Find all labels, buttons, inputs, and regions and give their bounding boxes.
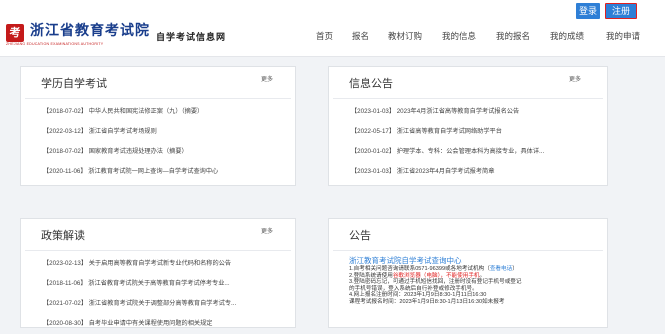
panel-info-notice: 信息公告 更多 【2023-01-03】 2023年4月浙江省高等教育自学考试报…	[328, 66, 608, 186]
panel-title: 信息公告	[349, 78, 393, 90]
news-list: 【2018-07-02】 中华人民共和国宪法修正案（九）（摘要） 【2022-0…	[43, 102, 287, 182]
divider	[333, 98, 603, 99]
list-item[interactable]: 【2022-05-17】 浙江省高等教育自学考试网络助学平台	[351, 122, 599, 142]
panel-policy: 政策解读 更多 【2023-02-13】 关于启用高等教育自学考试新专业代码和名…	[20, 218, 296, 328]
line-text: 。	[479, 272, 486, 279]
list-item[interactable]: 【2020-01-02】 护理学本、专科：公会管理本科为高接专业，具体详...	[351, 142, 599, 162]
phone-link[interactable]: 查看电话	[490, 266, 512, 272]
announcement-line: 3.登陆密码忘记，可通过手机短信找回，注册时没有登记手机号或登记	[349, 279, 522, 286]
line-text: ）	[512, 266, 518, 272]
line-text: 1.自考相关问题咨询请联系0571-96399或各地考试机构（	[349, 266, 490, 272]
list-item[interactable]: 【2018-07-02】 国家教育考试违规处理办法（摘要）	[43, 142, 287, 162]
panel-title: 政策解读	[41, 230, 85, 242]
announcement-line: 4.网上报名注册时间：2023年1月9日8:30-1月11日16:30	[349, 292, 487, 299]
nav-item-my-applications[interactable]: 我的申请	[606, 30, 640, 42]
panel-title: 学历自学考试	[41, 78, 107, 90]
panel-announcement: 公告 浙江教育考试院自学考试查询中心 1.自考相关问题咨询请联系0571-963…	[328, 218, 608, 328]
nav-item-my-scores[interactable]: 我的成绩	[550, 30, 584, 42]
list-item[interactable]: 【2020-11-06】 浙江教育考试院一网上查询—自学考试查询中心	[43, 162, 287, 182]
panel-title: 公告	[349, 230, 371, 242]
list-item[interactable]: 【2020-08-30】 自考毕业申请中有关课程使用问题的相关规定	[43, 314, 287, 334]
main-nav: 首页 报名 教材订购 我的信息 我的报名 我的成绩 我的申请	[310, 30, 660, 44]
panel-academic-exam: 学历自学考试 更多 【2018-07-02】 中华人民共和国宪法修正案（九）（摘…	[20, 66, 296, 186]
list-item[interactable]: 【2023-01-03】 2023年4月浙江省高等教育自学考试报名公告	[351, 102, 599, 122]
divider	[25, 250, 291, 251]
site-subtitle: 自学考试信息网	[156, 33, 227, 43]
news-list: 【2023-01-03】 2023年4月浙江省高等教育自学考试报名公告 【202…	[351, 102, 599, 182]
announcement-line: 课程考试报名时间：2023年1月9日8:30-1月13日16:30如未报考	[349, 298, 505, 305]
more-link[interactable]: 更多	[261, 74, 273, 83]
nav-item-my-registration[interactable]: 我的报名	[496, 30, 530, 42]
register-button[interactable]: 注册	[605, 3, 637, 19]
divider	[333, 250, 603, 251]
top-bar: 登录 注册	[0, 0, 665, 20]
nav-item-home[interactable]: 首页	[316, 30, 333, 42]
more-link[interactable]: 更多	[261, 226, 273, 235]
list-item[interactable]: 【2023-02-13】 关于启用高等教育自学考试新专业代码和名称的公告	[43, 254, 287, 274]
nav-item-my-info[interactable]: 我的信息	[442, 30, 476, 42]
line-text: 2.登陆系统请使用	[349, 272, 393, 279]
announcement-line: 1.自考相关问题咨询请联系0571-96399或各地考试机构（查看电话）	[349, 266, 601, 273]
site-title[interactable]: 浙江省教育考试院	[30, 20, 150, 40]
list-item[interactable]: 【2022-03-12】 浙江省自学考试考场规则	[43, 122, 287, 142]
browser-warning: 谷歌浏览器（电脑），不能使用手机	[392, 272, 480, 279]
site-header: 考 浙江省教育考试院 ZHEJIANG EDUCATION EXAMINATIO…	[0, 20, 665, 57]
list-item[interactable]: 【2023-01-03】 浙江省2023年4月自学考试报考简章	[351, 162, 599, 182]
login-button[interactable]: 登录	[576, 3, 600, 19]
nav-item-textbook-order[interactable]: 教材订购	[388, 30, 422, 42]
list-item[interactable]: 【2018-07-02】 中华人民共和国宪法修正案（九）（摘要）	[43, 102, 287, 122]
query-center-link[interactable]: 浙江教育考试院自学考试查询中心	[349, 255, 601, 266]
list-item[interactable]: 【2018-11-06】 浙江省教育考试院关于高等教育自学考试停考专业...	[43, 274, 287, 294]
news-list: 【2023-02-13】 关于启用高等教育自学考试新专业代码和名称的公告 【20…	[43, 254, 287, 334]
nav-item-registration[interactable]: 报名	[352, 30, 369, 42]
logo-icon[interactable]: 考	[6, 24, 24, 42]
site-title-en: ZHEJIANG EDUCATION EXAMINATIONS AUTHORIT…	[6, 42, 104, 46]
announcement-body: 浙江教育考试院自学考试查询中心 1.自考相关问题咨询请联系0571-96399或…	[349, 255, 601, 306]
list-item[interactable]: 【2021-07-02】 浙江省教育考试院关于调整部分高等教育自学考试专...	[43, 294, 287, 314]
divider	[25, 98, 291, 99]
more-link[interactable]: 更多	[569, 74, 581, 83]
